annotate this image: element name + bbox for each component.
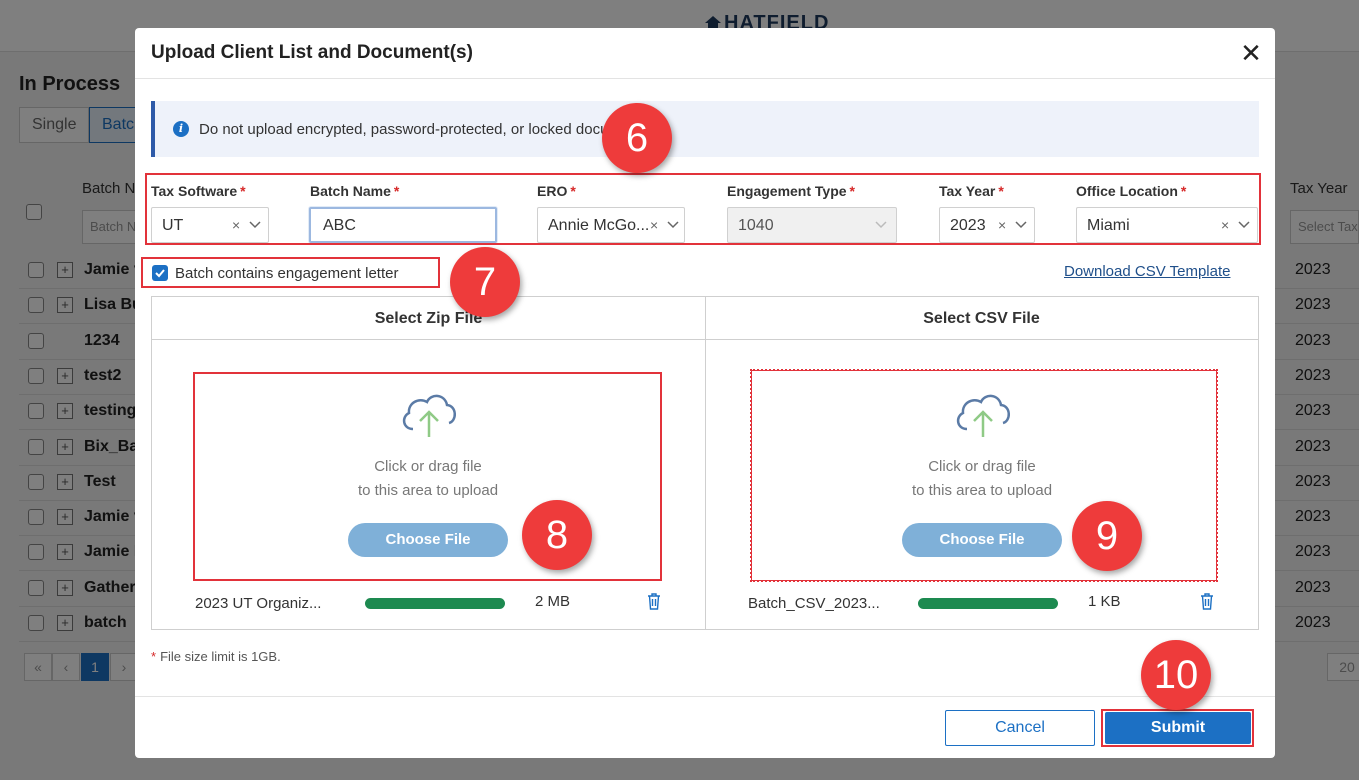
info-icon: i [173,121,189,137]
highlight-checkbox [141,257,440,288]
header-divider [135,78,1275,79]
download-csv-template-link[interactable]: Download CSV Template [1064,263,1230,280]
highlight-zip-dropzone [193,372,662,581]
csv-file-name: Batch_CSV_2023... [748,595,880,612]
step-badge-6: 6 [602,103,672,173]
csv-file-size: 1 KB [1088,593,1121,610]
modal-title: Upload Client List and Document(s) [151,42,473,63]
zip-progress-bar [365,598,505,609]
highlight-csv-dropzone [750,369,1218,582]
step-badge-7: 7 [450,247,520,317]
csv-column-header: Select CSV File [923,310,1040,327]
zip-file-name: 2023 UT Organiz... [195,595,322,612]
step-badge-10: 10 [1141,640,1211,710]
file-size-limit-note: * File size limit is 1GB. [151,649,281,664]
zip-trash-icon[interactable] [647,593,661,610]
close-icon[interactable]: ✕ [1239,40,1263,66]
column-divider [705,297,706,629]
footer-divider [135,696,1275,697]
highlight-submit [1101,709,1254,747]
cancel-button[interactable]: Cancel [945,710,1095,746]
zip-file-size: 2 MB [535,593,571,610]
highlight-fields [145,173,1261,245]
zip-column-header: Select Zip File [374,310,483,327]
header-divider [152,339,1258,340]
csv-trash-icon[interactable] [1200,593,1214,610]
step-badge-8: 8 [522,500,592,570]
info-banner: i Do not upload encrypted, password-prot… [151,101,1259,157]
info-text: Do not upload encrypted, password-protec… [199,121,654,138]
csv-progress-bar [918,598,1058,609]
step-badge-9: 9 [1072,501,1142,571]
